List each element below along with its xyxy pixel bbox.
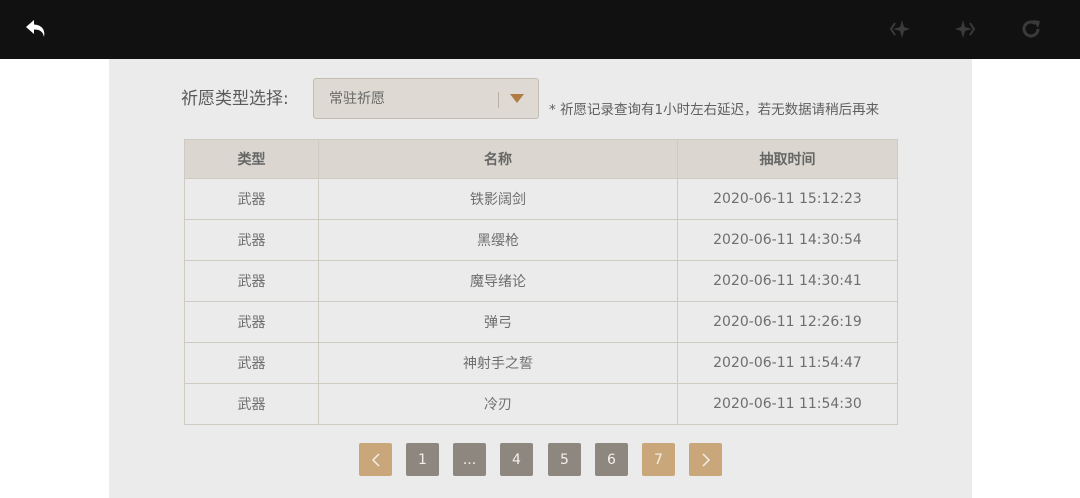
- table-row: 武器 冷刃 2020-06-11 11:54:30: [184, 383, 898, 425]
- header-name: 名称: [318, 139, 678, 179]
- cell-name: 冷刃: [318, 383, 678, 425]
- page-button-ellipsis[interactable]: ...: [453, 443, 486, 476]
- cell-time: 2020-06-11 14:30:54: [677, 219, 898, 261]
- cell-type: 武器: [184, 219, 319, 261]
- chevron-left-icon: [371, 452, 380, 467]
- page-button-6[interactable]: 6: [595, 443, 628, 476]
- cell-time: 2020-06-11 11:54:30: [677, 383, 898, 425]
- cell-type: 武器: [184, 178, 319, 220]
- cell-time: 2020-06-11 15:12:23: [677, 178, 898, 220]
- page-button-5[interactable]: 5: [548, 443, 581, 476]
- page-button-4[interactable]: 4: [500, 443, 533, 476]
- wish-type-label: 祈愿类型选择:: [181, 89, 289, 109]
- cell-name: 神射手之誓: [318, 342, 678, 384]
- table-row: 武器 魔导绪论 2020-06-11 14:30:41: [184, 260, 898, 302]
- cell-name: 黑缨枪: [318, 219, 678, 261]
- cell-time: 2020-06-11 11:54:47: [677, 342, 898, 384]
- page-button-1[interactable]: 1: [406, 443, 439, 476]
- header-time: 抽取时间: [677, 139, 898, 179]
- cell-type: 武器: [184, 260, 319, 302]
- page-button-7-current[interactable]: 7: [642, 443, 675, 476]
- pagination: 1 ... 4 5 6 7: [0, 443, 1080, 476]
- table-row: 武器 黑缨枪 2020-06-11 14:30:54: [184, 219, 898, 261]
- delay-notice: * 祈愿记录查询有1小时左右延迟，若无数据请稍后再来: [549, 102, 880, 118]
- header-type: 类型: [184, 139, 319, 179]
- table-row: 武器 神射手之誓 2020-06-11 11:54:47: [184, 342, 898, 384]
- select-divider: [498, 92, 499, 108]
- back-arrow-icon[interactable]: [23, 15, 51, 43]
- prev-page-button[interactable]: [359, 443, 392, 476]
- cell-name: 铁影阔剑: [318, 178, 678, 220]
- table-row: 武器 铁影阔剑 2020-06-11 15:12:23: [184, 178, 898, 220]
- next-page-button[interactable]: [689, 443, 722, 476]
- top-bar: [0, 0, 1080, 59]
- cell-name: 弹弓: [318, 301, 678, 343]
- wish-type-select[interactable]: 常驻祈愿: [313, 78, 539, 119]
- cell-time: 2020-06-11 12:26:19: [677, 301, 898, 343]
- wish-history-table: 类型 名称 抽取时间 武器 铁影阔剑 2020-06-11 15:12:23 武…: [184, 139, 898, 425]
- chevron-down-icon: [510, 94, 524, 103]
- wish-type-selected-value: 常驻祈愿: [329, 91, 385, 107]
- cell-type: 武器: [184, 342, 319, 384]
- table-header-row: 类型 名称 抽取时间: [184, 139, 898, 179]
- refresh-icon[interactable]: [1017, 15, 1045, 43]
- prev-star-icon[interactable]: [886, 15, 914, 43]
- chevron-right-icon: [701, 452, 710, 467]
- cell-time: 2020-06-11 14:30:41: [677, 260, 898, 302]
- next-star-icon[interactable]: [951, 15, 979, 43]
- cell-type: 武器: [184, 383, 319, 425]
- cell-type: 武器: [184, 301, 319, 343]
- cell-name: 魔导绪论: [318, 260, 678, 302]
- table-row: 武器 弹弓 2020-06-11 12:26:19: [184, 301, 898, 343]
